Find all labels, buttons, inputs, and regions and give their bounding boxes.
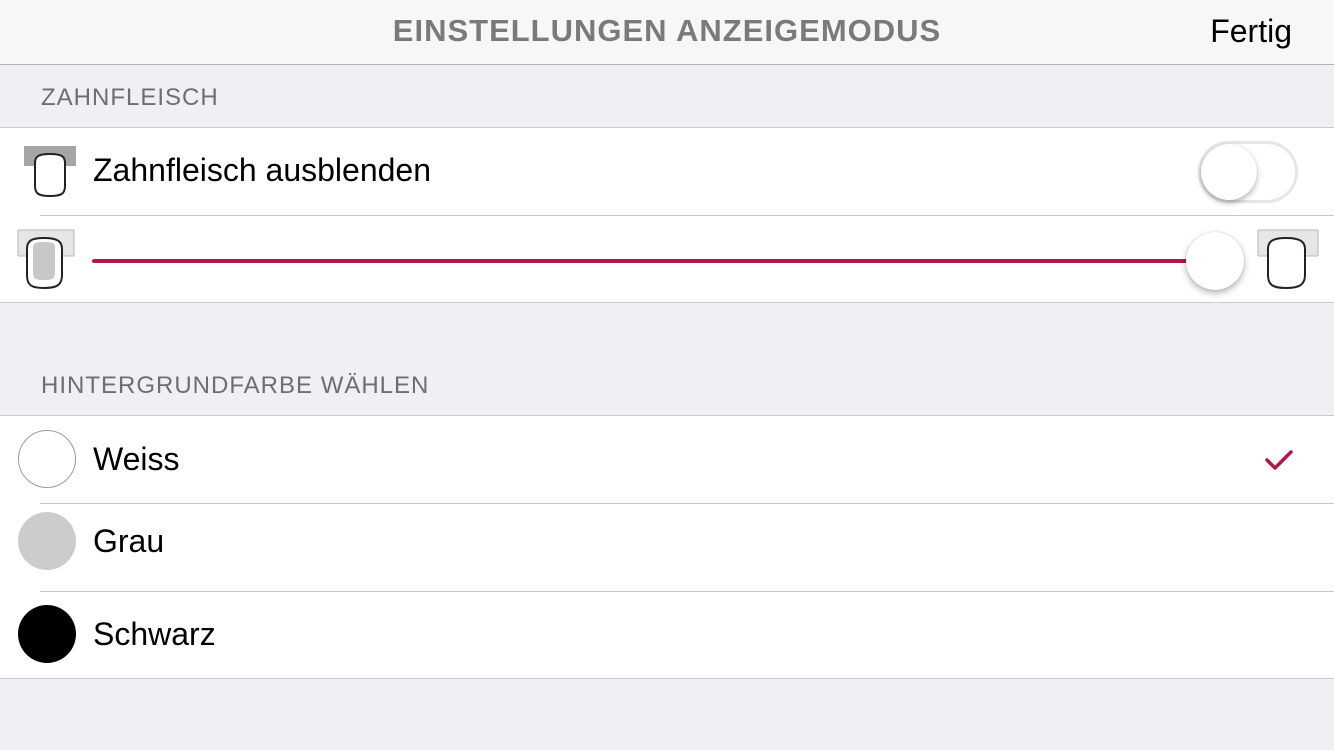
gum-settings-group: Zahnfleisch ausblenden [0,127,1334,303]
section-header-background: HINTERGRUNDFARBE WÄHLEN [41,372,430,399]
toggle-knob [1201,144,1257,200]
slider-thumb[interactable] [1186,232,1244,290]
navigation-bar: EINSTELLUNGEN ANZEIGEMODUS Fertig [0,0,1334,65]
done-button[interactable]: Fertig [1210,0,1292,64]
gum-opacity-row [0,216,1334,303]
black-swatch [18,605,76,663]
tooth-gum-hidden-icon [1257,229,1319,290]
gum-opacity-slider[interactable] [92,259,1214,263]
white-swatch [18,430,76,488]
hide-gums-toggle[interactable] [1198,141,1298,203]
hide-gums-row: Zahnfleisch ausblenden [0,128,1334,215]
gray-swatch [18,512,76,570]
tooth-gum-visible-icon [17,229,75,290]
option-label: Grau [93,523,165,559]
checkmark-icon [1265,450,1293,470]
hide-gums-label: Zahnfleisch ausblenden [93,152,432,188]
section-header-gums: ZAHNFLEISCH [41,84,219,111]
option-label: Schwarz [93,616,216,652]
tooth-with-gum-icon [24,146,76,198]
background-option-gray[interactable]: Grau [0,504,1334,591]
page-title: EINSTELLUNGEN ANZEIGEMODUS [392,13,942,48]
background-option-white[interactable]: Weiss [0,416,1334,503]
background-color-group: Weiss Grau Schwarz [0,415,1334,679]
option-label: Weiss [93,441,180,477]
background-option-black[interactable]: Schwarz [0,592,1334,679]
